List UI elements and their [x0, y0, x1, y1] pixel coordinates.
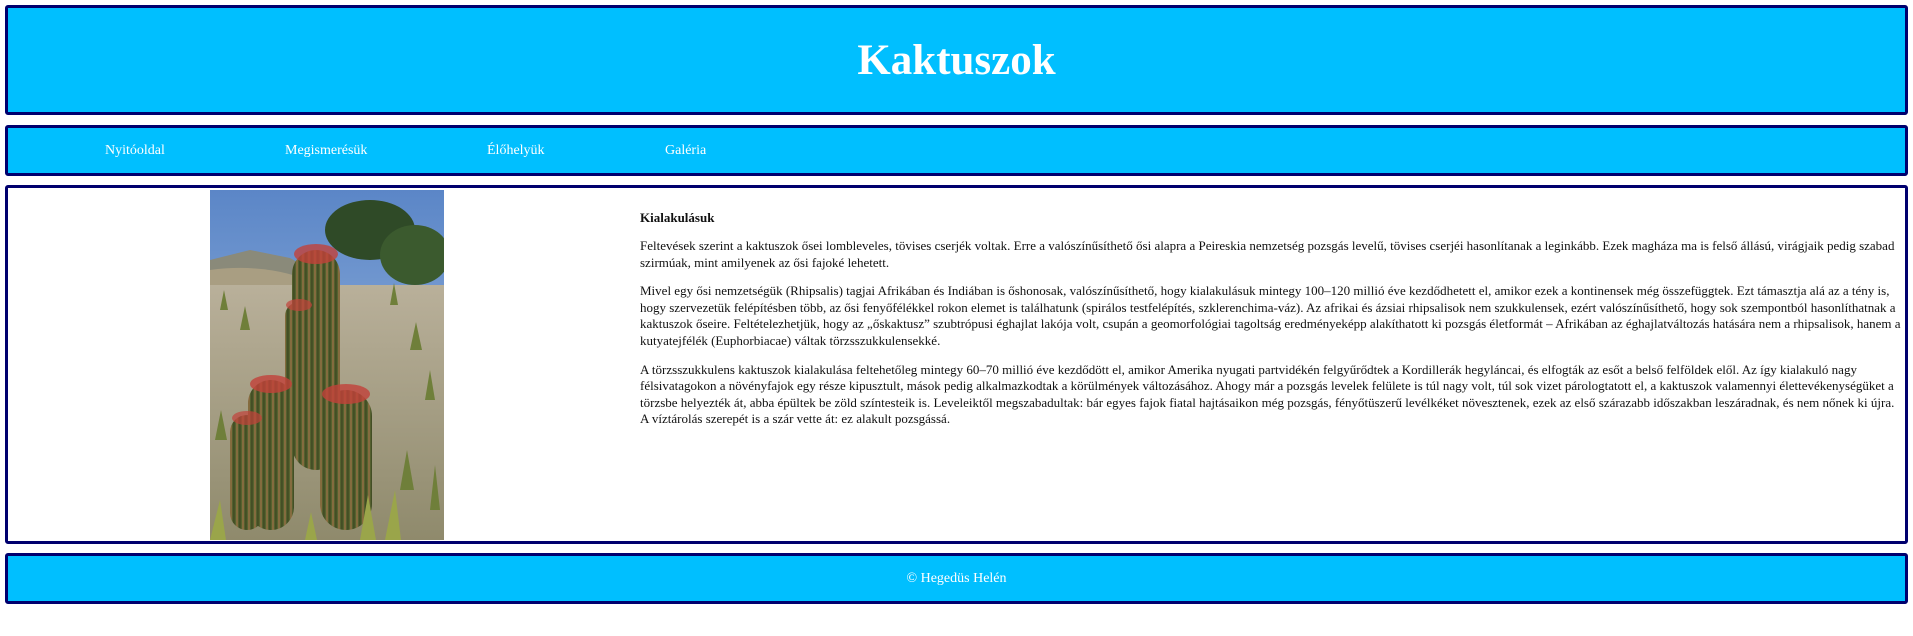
main-content: Kialakulásuk Feltevések szerint a kaktus… [5, 185, 1908, 544]
cactus-photo [210, 190, 444, 540]
article: Kialakulásuk Feltevések szerint a kaktus… [640, 210, 1905, 440]
page-title: Kaktuszok [857, 36, 1056, 84]
paragraph: Feltevések szerint a kaktuszok ősei lomb… [640, 238, 1895, 270]
nav-link-elohelyuk[interactable]: Élőhelyük [487, 143, 545, 159]
main-nav: Nyitóoldal Megismerésük Élőhelyük Galéri… [5, 125, 1908, 176]
paragraph: Mivel egy ősi nemzetségük (Rhipsalis) ta… [640, 283, 1901, 348]
paragraph: A törzsszukkulens kaktuszok kialakulása … [640, 361, 1895, 427]
nav-link-home[interactable]: Nyitóoldal [105, 143, 165, 159]
nav-link-galeria[interactable]: Galéria [665, 143, 706, 159]
cactus-image [210, 190, 444, 540]
page-footer: © Hegedüs Helén [5, 553, 1908, 604]
page-header: Kaktuszok [5, 5, 1908, 115]
section-heading: Kialakulásuk [640, 210, 715, 225]
nav-link-megismeresuk[interactable]: Megismerésük [285, 143, 367, 159]
copyright-text: © Hegedüs Helén [906, 570, 1007, 586]
